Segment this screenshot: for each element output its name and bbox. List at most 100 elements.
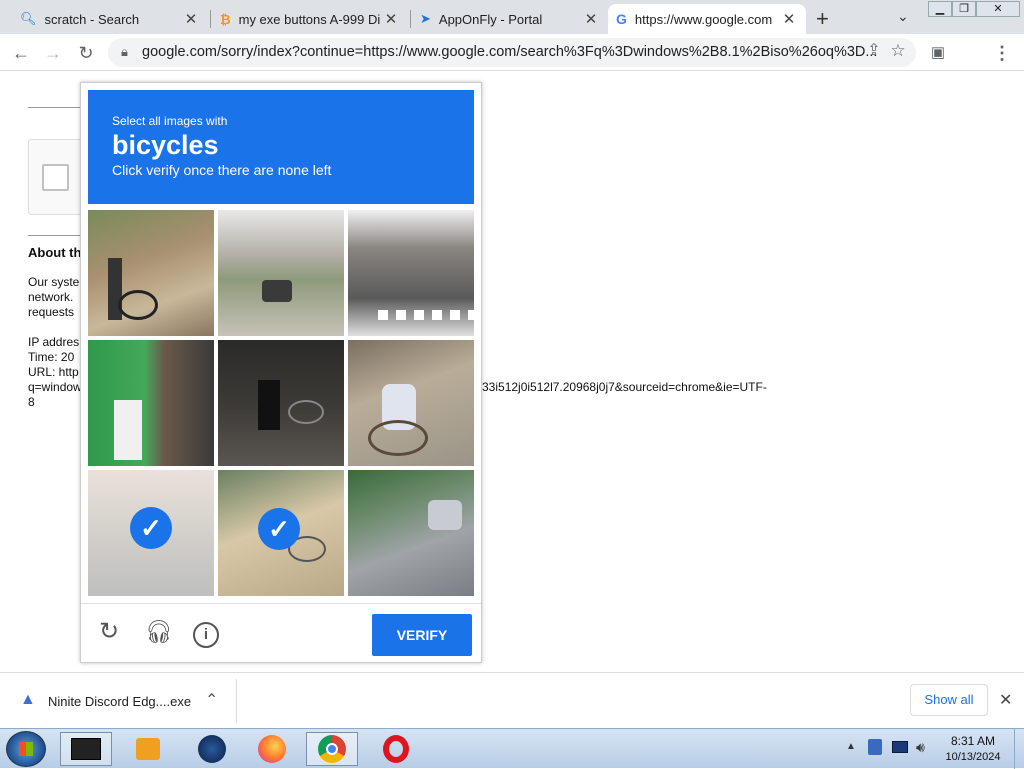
close-icon[interactable]: ✕ [582, 10, 600, 28]
lock-icon: 🔒︎ [121, 44, 128, 59]
captcha-tile[interactable] [348, 210, 474, 336]
restore-button[interactable]: ❐ [952, 1, 976, 17]
opera-icon [383, 735, 409, 763]
url-text: q=window [28, 380, 82, 394]
check-icon: ✓ [130, 507, 172, 549]
taskbar-app-firefox[interactable] [246, 732, 298, 766]
url-text[interactable]: google.com/sorry/index?continue=https://… [142, 44, 877, 60]
captcha-tile[interactable] [88, 340, 214, 466]
body-text: requests [28, 305, 75, 319]
terminal-icon [71, 738, 101, 760]
captcha-challenge: Select all images with bicycles Click ve… [80, 82, 482, 663]
show-all-button[interactable]: Show all [910, 684, 988, 716]
captcha-tile[interactable] [218, 340, 344, 466]
instruction-text: Select all images with [112, 114, 228, 128]
car-shape [428, 500, 462, 530]
close-icon[interactable]: ✕ [382, 10, 400, 28]
verify-button[interactable]: VERIFY [372, 614, 472, 656]
recaptcha-box [28, 139, 88, 215]
divider [236, 679, 237, 723]
close-icon[interactable]: ✕ [780, 10, 798, 28]
person-figure [258, 380, 280, 430]
body-text: network. [28, 290, 74, 304]
menu-icon[interactable]: ⋮ [990, 41, 1014, 65]
captcha-tile-selected[interactable]: ✓ [88, 470, 214, 596]
time-text: Time: 20 [28, 350, 75, 364]
captcha-tile[interactable] [348, 340, 474, 466]
windows-taskbar: ▲ 🔊︎ 8:31 AM 10/13/2024 [0, 728, 1024, 769]
taskbar-app-terminal[interactable] [60, 732, 112, 766]
image-grid: ✓ ✓ [88, 210, 474, 596]
download-filename[interactable]: Ninite Discord Edg....exe [48, 694, 191, 709]
tab-divider [210, 10, 211, 28]
windows-logo-icon [19, 742, 33, 756]
close-window-button[interactable]: ✕ [976, 1, 1020, 17]
forward-arrow-icon[interactable]: → [41, 41, 65, 65]
bicycle-wheel [288, 400, 324, 424]
volume-icon[interactable]: 🔊︎ [916, 739, 925, 756]
captcha-tile[interactable] [348, 470, 474, 596]
taskbar-app-media[interactable] [122, 732, 174, 766]
share-icon[interactable]: ⇪ [862, 39, 886, 63]
minimize-button[interactable]: ▁ [928, 1, 952, 17]
chrome-icon [318, 735, 346, 763]
browser-toolbar: ← → ↻ 🔒︎ google.com/sorry/index?continue… [0, 34, 1024, 97]
ip-address-text: IP addres [28, 335, 80, 349]
recaptcha-checkbox[interactable] [42, 164, 69, 191]
tab-strip: 🔍︎ scratch - Search ✕ ₿ my exe buttons A… [0, 0, 1024, 34]
tab-title: https://www.google.com [634, 11, 773, 27]
tab-google[interactable]: G https://www.google.com ✕ [608, 4, 806, 34]
bitcoin-icon: ₿ [220, 11, 231, 27]
close-icon[interactable]: ✕ [182, 10, 200, 28]
tab-scratch-search[interactable]: 🔍︎ scratch - Search ✕ [12, 4, 208, 34]
back-arrow-icon[interactable]: ← [9, 41, 33, 65]
captcha-header: Select all images with bicycles Click ve… [88, 90, 474, 204]
download-bar: ▲ Ninite Discord Edg....exe ⌃ Show all ✕ [0, 672, 1024, 728]
bicycle-wheel [368, 420, 428, 456]
tab-divider [410, 10, 411, 28]
about-heading: About th [28, 245, 82, 260]
reload-icon[interactable]: ↻ [74, 41, 98, 65]
motorbike-shape [262, 280, 292, 302]
google-icon: G [616, 11, 627, 27]
clock-time[interactable]: 8:31 AM [940, 734, 1006, 748]
tab-title: my exe buttons A-999 Di [238, 11, 381, 27]
crosswalk-shape [378, 310, 474, 320]
show-desktop-button[interactable] [1014, 729, 1024, 769]
captcha-tile[interactable] [88, 210, 214, 336]
tray-expand-icon[interactable]: ▲ [846, 741, 856, 752]
close-icon[interactable]: ✕ [999, 690, 1012, 710]
firefox-icon [258, 735, 286, 763]
tab-title: AppOnFly - Portal [438, 11, 543, 27]
headphones-icon[interactable]: 🎧︎ [145, 620, 173, 644]
chevron-down-icon[interactable]: ⌄ [897, 8, 909, 25]
network-icon[interactable] [892, 741, 908, 753]
address-bar[interactable]: 🔒︎ google.com/sorry/index?continue=https… [108, 38, 916, 67]
tray-app-icon[interactable] [868, 739, 882, 755]
taskbar-app-opera[interactable] [370, 732, 422, 766]
send-icon: ➤ [420, 11, 431, 26]
new-tab-button[interactable]: + [816, 6, 829, 32]
star-icon[interactable]: ☆ [886, 39, 910, 63]
divider [28, 107, 80, 108]
reload-icon[interactable]: ↻ [99, 620, 119, 644]
url-label: URL: http [28, 365, 79, 379]
divider [28, 235, 80, 236]
target-object: bicycles [112, 130, 219, 160]
taskbar-app-chrome[interactable] [306, 732, 358, 766]
tab-exe-buttons[interactable]: ₿ my exe buttons A-999 Di ✕ [212, 4, 408, 34]
captcha-tile[interactable] [218, 210, 344, 336]
info-icon[interactable]: i [193, 622, 219, 648]
side-panel-icon[interactable]: ▣ [926, 41, 950, 65]
chevron-up-icon[interactable]: ⌃ [205, 690, 218, 710]
vending-machine [114, 400, 142, 460]
check-icon: ✓ [258, 508, 300, 550]
instruction-subtext: Click verify once there are none left [112, 162, 332, 178]
captcha-tile-selected[interactable]: ✓ [218, 470, 344, 596]
clock-date[interactable]: 10/13/2024 [936, 751, 1010, 763]
start-button[interactable] [6, 731, 46, 767]
url-text: 33i512j0i512l7.20968j0j7&sourceid=chrome… [482, 380, 767, 394]
tab-apponfly[interactable]: ➤ AppOnFly - Portal ✕ [412, 4, 608, 34]
media-player-icon [136, 738, 160, 760]
taskbar-app-globe[interactable] [186, 732, 238, 766]
